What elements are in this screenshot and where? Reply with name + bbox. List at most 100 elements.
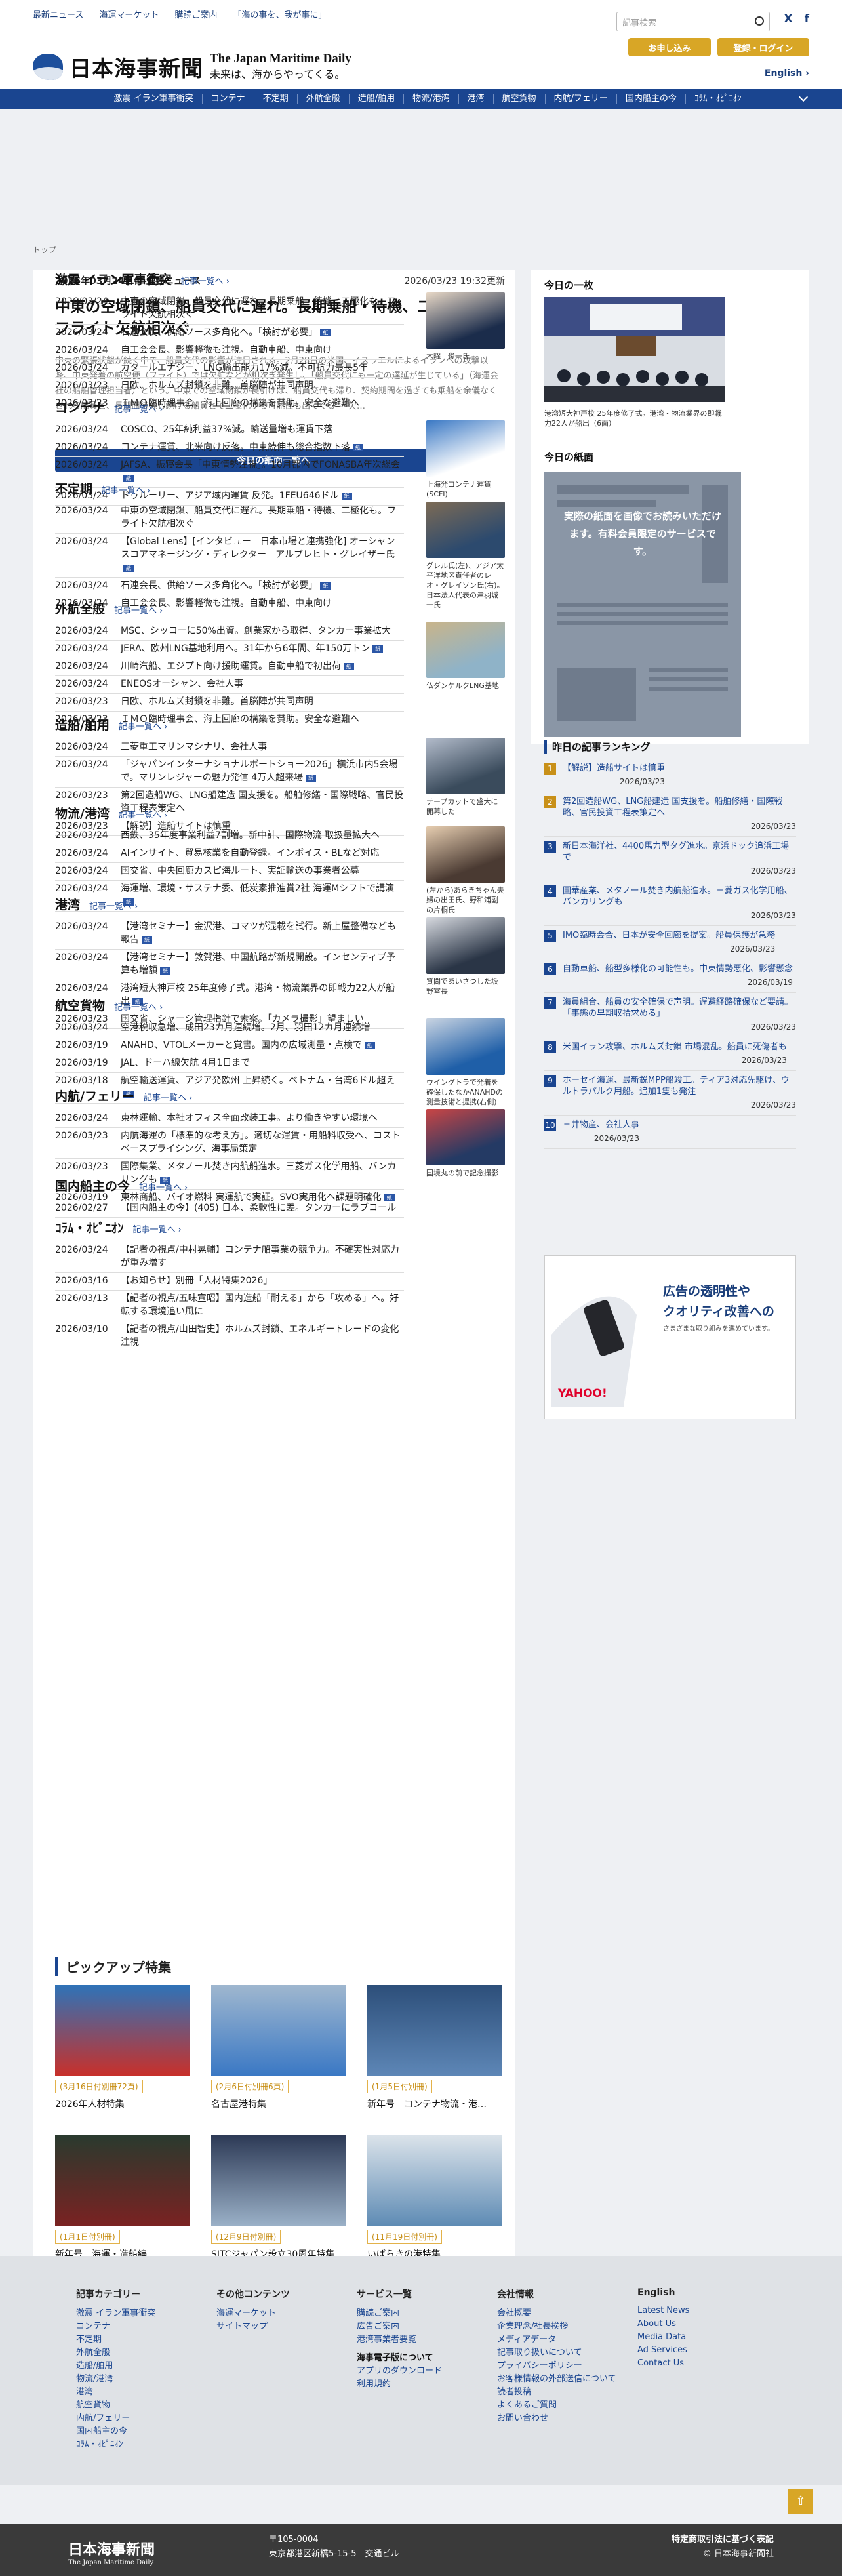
pickup-card[interactable]: (2月6日付別冊6頁) 名古屋港特集 xyxy=(211,1985,346,2110)
section-title[interactable]: 航空貨物 xyxy=(55,996,105,1014)
article-title[interactable]: 日欧、ホルムズ封鎖を非難。首脳陣が共同声明 xyxy=(121,379,404,392)
breadcrumb[interactable]: トップ xyxy=(33,244,56,255)
article-row[interactable]: 2026/03/24 「ジャパンインターナショナルボートショー2026」横浜市内5… xyxy=(55,757,404,788)
ranking-item[interactable]: 5 IMO臨時会合、日本が安全回廊を提案。船員保護が急務 2026/03/23 xyxy=(544,926,796,959)
pickup-card[interactable]: (1月1日付別冊) 新年号 海運・造船編 xyxy=(55,2135,190,2261)
article-title[interactable]: カタールエナジー、LNG輸出能力17%減。不可抗力最長5年 xyxy=(121,361,404,374)
top-link[interactable]: 海運マーケット xyxy=(99,8,159,20)
article-row[interactable]: 2026/03/10 【記者の視点/山田智史】ホルムズ封鎖、エネルギートレードの変… xyxy=(55,1321,404,1352)
nav-item[interactable]: 航空貨物 xyxy=(494,94,546,104)
article-title[interactable]: コンテナ運賃、北米向け反落。中東続伸も総合指数下落紙 xyxy=(121,441,404,454)
article-row[interactable]: 2026/03/23 日欧、ホルムズ封鎖を非難。首脳陣が共同声明 xyxy=(55,378,404,395)
article-title[interactable]: 「ジャパンインターナショナルボートショー2026」横浜市内5会場で。マリンレジャ… xyxy=(121,758,404,784)
footer-link[interactable]: 造船/舶用 xyxy=(76,2360,216,2373)
footer-link[interactable]: 港湾事業者要覧 xyxy=(357,2333,497,2346)
article-row[interactable]: 2026/03/24 東林運輸、本社オフィス全面改装工事。より働きやすい環境へ xyxy=(55,1110,404,1128)
pickup-card[interactable]: (1月5日付別冊) 新年号 コンテナ物流・港… xyxy=(367,1985,502,2110)
article-title[interactable]: 【お知らせ】別冊「人材特集2026」 xyxy=(121,1274,404,1287)
more-link[interactable]: 記事一覧へ › xyxy=(89,899,138,912)
facebook-icon[interactable]: f xyxy=(805,12,809,26)
footer-link[interactable]: 記事取り扱いについて xyxy=(497,2346,637,2360)
article-title[interactable]: 【国内船主の今】(405) 日本、柔軟性に差。タンカーにラブコール xyxy=(121,1201,404,1215)
section-thumbnail[interactable]: 仏ダンケルクLNG基地 xyxy=(426,622,505,691)
section-title[interactable]: ｺﾗﾑ・ｵﾋﾟﾆｵﾝ xyxy=(55,1218,124,1236)
article-row[interactable]: 2026/03/24 自工会会長、影響軽微も注視。自動車船、中東向け xyxy=(55,342,404,360)
article-title[interactable]: 【港湾セミナー】金沢港、コマツが混載を試行。新上屋整備なども報告紙 xyxy=(121,920,404,946)
article-title[interactable]: 川崎汽船、エジプト向け援助運賃。自動車船で初出荷紙 xyxy=(121,660,404,673)
top-link[interactable]: 「海の事を、我が事に」 xyxy=(233,8,327,20)
nav-item[interactable]: 内航/フェリー xyxy=(546,94,617,104)
footer-link[interactable]: 激震 イラン軍事衝突 xyxy=(76,2307,216,2320)
rank-title[interactable]: 自動車船、船型多様化の可能性も。中東情勢悪化、影響懸念 xyxy=(563,964,793,974)
footer-link[interactable]: 不定期 xyxy=(76,2333,216,2346)
footer-link[interactable]: 物流/港湾 xyxy=(76,2373,216,2386)
more-link[interactable]: 記事一覧へ › xyxy=(114,402,163,414)
nav-item[interactable]: コンテナ xyxy=(203,94,254,104)
article-title[interactable]: ENEOSオーシャン、会社人事 xyxy=(121,677,404,691)
article-row[interactable]: 2026/03/24 【港湾セミナー】金沢港、コマツが混載を試行。新上屋整備なども… xyxy=(55,919,404,950)
article-title[interactable]: 西鉄、35年度事業利益7割増。新中計、国際物流 取扱量拡大へ xyxy=(121,829,404,842)
article-title[interactable]: 【記者の視点/五味宣昭】国内造船「耐える」から「攻める」へ。好転する環境追い風に xyxy=(121,1292,404,1318)
more-link[interactable]: 記事一覧へ › xyxy=(102,483,150,496)
article-row[interactable]: 2026/03/24 三菱重工マリンマシナリ、会社人事 xyxy=(55,739,404,757)
section-title[interactable]: 国内船主の今 xyxy=(55,1177,130,1194)
rank-title[interactable]: ホーセイ海運、最新鋭MPP船竣工。ティア3対応先駆け、ウルトラパルク用船。追加1… xyxy=(563,1076,790,1097)
article-title[interactable]: 【記者の視点/中村晃輔】コンテナ船事業の競争力。不確実性対応力が重み増す xyxy=(121,1243,404,1270)
footer-link[interactable]: コンテナ xyxy=(76,2320,216,2333)
ranking-item[interactable]: 9 ホーセイ海運、最新鋭MPP船竣工。ティア3対応先駆け、ウルトラパルク用船。追加… xyxy=(544,1071,796,1116)
footer-link[interactable]: 航空貨物 xyxy=(76,2399,216,2412)
article-title[interactable]: JAL、ドーハ線欠航 4月1日まで xyxy=(121,1057,404,1070)
rank-title[interactable]: 三井物産、会社人事 xyxy=(563,1120,639,1130)
article-row[interactable]: 2026/03/24 空港税収急増、成田23カ月連続増。2月、羽田12カ月連続増 xyxy=(55,1020,404,1037)
article-title[interactable]: 空港税収急増、成田23カ月連続増。2月、羽田12カ月連続増 xyxy=(121,1021,404,1034)
article-title[interactable]: 三菱重工マリンマシナリ、会社人事 xyxy=(121,740,404,754)
pickup-card[interactable]: (11月19日付別冊) いばらきの港特集 xyxy=(367,2135,502,2261)
search-icon[interactable] xyxy=(755,16,764,26)
more-link[interactable]: 記事一覧へ › xyxy=(119,808,167,820)
rank-title[interactable]: IMO臨時会合、日本が安全回廊を提案。船員保護が急務 xyxy=(563,931,775,940)
ad-banner[interactable]: 広告の透明性や クオリティ改善への さまざまな取り組みを進めています。 YAHO… xyxy=(544,1255,796,1419)
footer-link[interactable]: 購読ご案内 xyxy=(357,2307,497,2320)
article-title[interactable]: COSCO、25年純利益37%減。輸送量増も運賃下落 xyxy=(121,423,404,436)
section-title[interactable]: 不定期 xyxy=(55,479,92,497)
article-row[interactable]: 2026/03/24 COSCO、25年純利益37%減。輸送量増も運賃下落 xyxy=(55,422,404,439)
nav-item[interactable]: 物流/港湾 xyxy=(404,94,459,104)
rank-title[interactable]: 国華産業、メタノール焚き内航船進水。三菱ガス化学用船、バンカリングも xyxy=(563,886,793,907)
ranking-item[interactable]: 6 自動車船、船型多様化の可能性も。中東情勢悪化、影響懸念 2026/03/19 xyxy=(544,959,796,993)
article-row[interactable]: 2026/03/24 石連会長、供給ソース多角化へ。「検討が必要」紙 xyxy=(55,325,404,342)
footer-link[interactable]: プライバシーポリシー xyxy=(497,2360,637,2373)
section-title[interactable]: 激震 イラン軍事衝突 xyxy=(55,270,172,288)
article-row[interactable]: 2026/03/24 ENEOSオーシャン、会社人事 xyxy=(55,676,404,694)
nav-item[interactable]: ｺﾗﾑ・ｵﾋﾟﾆｵﾝ xyxy=(686,94,750,104)
more-link[interactable]: 記事一覧へ › xyxy=(119,719,167,732)
nav-item[interactable]: 外航全般 xyxy=(298,94,350,104)
section-title[interactable]: 造船/舶用 xyxy=(55,715,110,733)
footer-link[interactable]: Media Data xyxy=(637,2331,778,2344)
section-thumbnail[interactable]: グレル氏(左)、アジア太平洋地区責任者のレオ・グレイソン氏(右)。日本法人代表の… xyxy=(426,502,505,610)
footer-link[interactable]: About Us xyxy=(637,2318,778,2331)
article-title[interactable]: JERA、欧州LNG基地利用へ。31年から6年間、年150万トン紙 xyxy=(121,642,404,655)
rank-title[interactable]: 【解説】造船サイトは慎重 xyxy=(563,763,665,773)
photo-image[interactable] xyxy=(544,297,725,402)
english-link[interactable]: English › xyxy=(765,68,809,79)
more-link[interactable]: 記事一覧へ › xyxy=(181,274,230,287)
article-row[interactable]: 2026/03/24 AIインサイト、貿易核業を自動登録。インボイス・BLなど対応 xyxy=(55,845,404,863)
footer-link[interactable]: お問い合わせ xyxy=(497,2412,637,2425)
section-title[interactable]: 物流/港湾 xyxy=(55,804,110,822)
more-link[interactable]: 記事一覧へ › xyxy=(114,603,163,616)
footer-link[interactable]: 外航全般 xyxy=(76,2346,216,2360)
ranking-item[interactable]: 2 第2回造船WG、LNG船建造 国支援を。船舶修繕・国際戦略、官民投資工程表策定… xyxy=(544,792,796,837)
section-title[interactable]: 港湾 xyxy=(55,895,80,913)
article-title[interactable]: ANAHD、VTOLメーカーと覚書。国内の広域測量・点検で紙 xyxy=(121,1039,404,1052)
article-row[interactable]: 2026/03/24 国交省、中央回廊カスピ海ルート、実証輸送の事業者公募 xyxy=(55,863,404,881)
pickup-card[interactable]: (12月9日付別冊) SITCジャパン設立30周年特集 xyxy=(211,2135,346,2261)
footer-link[interactable]: Ad Services xyxy=(637,2344,778,2357)
article-row[interactable]: 2026/03/24 【港湾セミナー】敦賀港、中国航路が新規開設。インセンティブ予… xyxy=(55,950,404,980)
rank-title[interactable]: 第2回造船WG、LNG船建造 国支援を。船舶修繕・国際戦略、官民投資工程表策定へ xyxy=(563,797,782,818)
nav-item[interactable]: 港湾 xyxy=(459,94,494,104)
pickup-card[interactable]: (3月16日付別冊72頁) 2026年人材特集 xyxy=(55,1985,190,2110)
ranking-item[interactable]: 3 新日本海洋社、4400馬力型タグ進水。京浜ドック追浜工場で 2026/03/23 xyxy=(544,837,796,881)
article-row[interactable]: 2026/03/24 MSC、シッコーに50%出資。創業家から取得、タンカー事業拡… xyxy=(55,623,404,641)
article-title[interactable]: MSC、シッコーに50%出資。創業家から取得、タンカー事業拡大 xyxy=(121,624,404,637)
site-logo[interactable]: 日本海事新聞 The Japan Maritime Daily 未来は、海からや… xyxy=(33,51,351,83)
